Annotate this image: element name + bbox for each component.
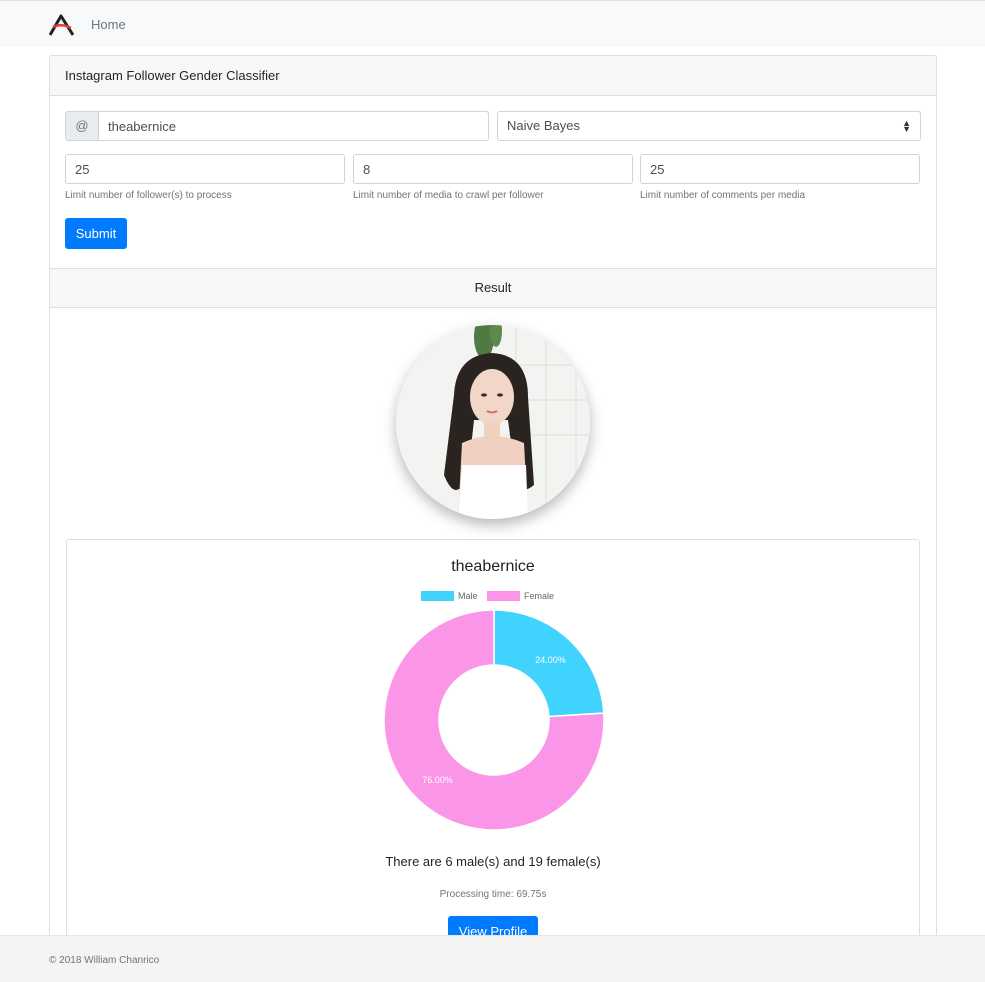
- select-arrows-icon: ▲ ▼: [902, 118, 911, 134]
- comments-limit-input[interactable]: [640, 154, 920, 184]
- submit-button[interactable]: Submit: [65, 218, 127, 249]
- classifier-selected-value: Naive Bayes: [507, 118, 580, 133]
- at-sign-addon: @: [65, 111, 99, 141]
- legend-swatch-male: [421, 591, 454, 601]
- followers-limit-input[interactable]: [65, 154, 345, 184]
- classifier-card: Instagram Follower Gender Classifier @ N…: [49, 55, 937, 959]
- card-title: Instagram Follower Gender Classifier: [50, 56, 936, 96]
- media-limit-input[interactable]: [353, 154, 633, 184]
- donut-label-male: 24.00%: [535, 655, 566, 665]
- username-input-group: @: [65, 111, 489, 141]
- brand-logo-icon[interactable]: [48, 14, 75, 36]
- comments-limit-help: Limit number of comments per media: [640, 190, 806, 201]
- gender-count-summary: There are 6 male(s) and 19 female(s): [385, 854, 601, 869]
- legend-label-male: Male: [458, 591, 478, 601]
- legend-swatch-female: [487, 591, 520, 601]
- profile-avatar: [396, 325, 590, 519]
- result-header: Result: [50, 268, 936, 308]
- legend-item-female[interactable]: Female: [487, 591, 554, 601]
- navbar: Home: [0, 0, 985, 47]
- gender-donut-chart: 24.00% 76.00%: [383, 609, 605, 831]
- legend-item-male[interactable]: Male: [421, 591, 478, 601]
- processing-time: Processing time: 69.75s: [439, 889, 547, 900]
- media-limit-help: Limit number of media to crawl per follo…: [353, 190, 544, 201]
- footer-copyright: © 2018 William Chanrico: [49, 955, 160, 966]
- classifier-select[interactable]: Naive Bayes ▲ ▼: [497, 111, 921, 141]
- footer: © 2018 William Chanrico: [0, 935, 985, 982]
- followers-limit-help: Limit number of follower(s) to process: [65, 190, 232, 201]
- nav-home-link[interactable]: Home: [91, 17, 126, 32]
- result-card: theabernice Male Female 24.00% 76.00% The…: [66, 539, 920, 959]
- username-input[interactable]: [98, 111, 489, 141]
- profile-name: theabernice: [451, 558, 535, 575]
- legend-label-female: Female: [524, 591, 555, 601]
- donut-label-female: 76.00%: [422, 775, 453, 785]
